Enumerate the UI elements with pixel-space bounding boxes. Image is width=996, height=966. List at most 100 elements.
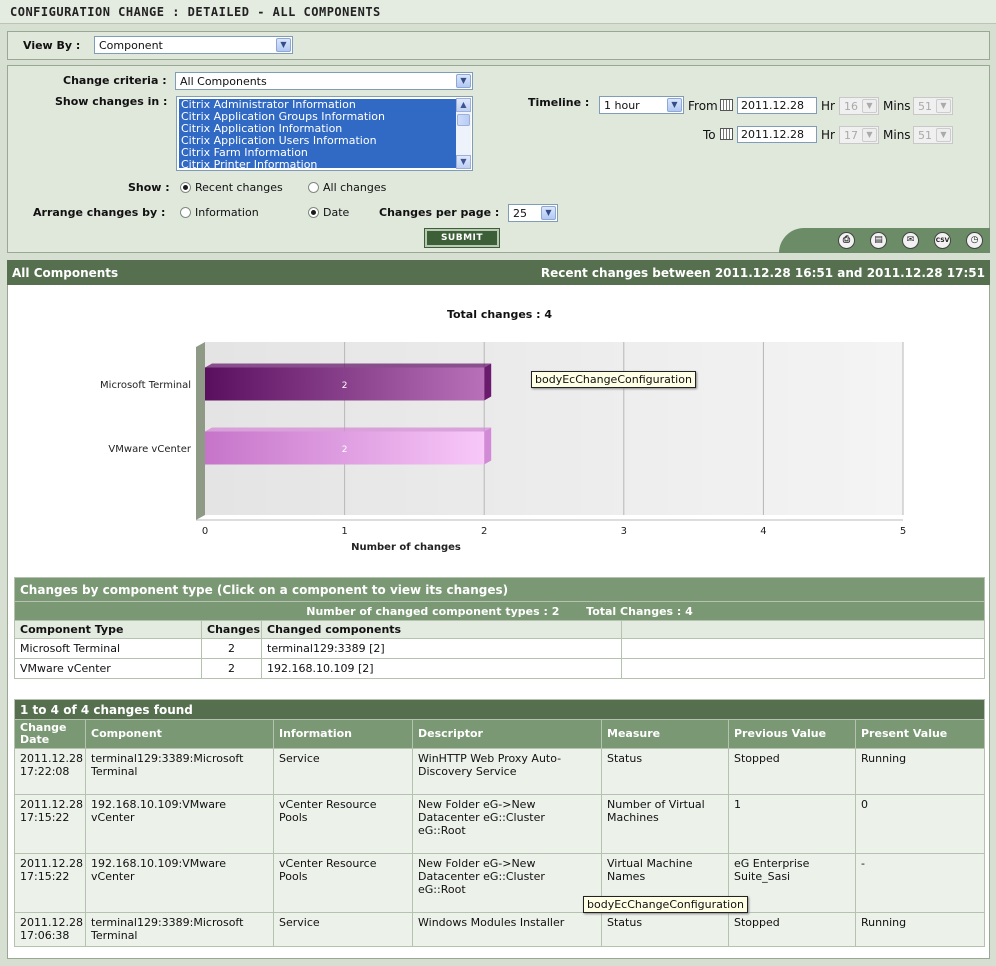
arrange-information-radio[interactable] — [180, 207, 191, 218]
table-row: 2011.12.28 17:22:08 terminal129:3389:Mic… — [14, 748, 986, 795]
section-title: All Components — [12, 266, 119, 280]
export-toolbar: ⎙ ▤ ✉ CSV ◷ — [779, 228, 990, 253]
change-date-cell: 2011.12.28 17:15:22 — [14, 794, 86, 854]
csv-icon[interactable]: CSV — [934, 232, 951, 249]
changed-types-count: Number of changed component types : 2 — [306, 604, 560, 618]
timeline-value: 1 hour — [604, 99, 640, 112]
to-min-value: 51 — [918, 129, 932, 142]
calendar-icon[interactable] — [720, 128, 733, 140]
change-criteria-value: All Components — [180, 75, 267, 88]
total-changes-count: Total Changes : 4 — [586, 604, 693, 618]
previous-value-cell: Stopped — [728, 912, 856, 947]
x-tick-label: 2 — [481, 526, 487, 537]
col-present-value: Present Value — [854, 719, 986, 749]
print-icon[interactable]: ⎙ — [838, 232, 855, 249]
submit-button[interactable]: SUBMIT — [424, 228, 500, 248]
chevron-down-icon: ▼ — [667, 98, 682, 112]
all-changes-label: All changes — [323, 181, 387, 194]
scroll-up-icon[interactable]: ▲ — [456, 98, 471, 112]
recent-changes-radio[interactable] — [180, 182, 191, 193]
results-content: Total changes : 4 0 1 2 3 4 5 Number of change… — [7, 285, 990, 959]
pdf-icon[interactable]: ▤ — [870, 232, 887, 249]
component-type-cell[interactable]: VMware vCenter — [14, 658, 202, 679]
to-hour-value: 17 — [844, 129, 858, 142]
section-range: Recent changes between 2011.12.28 16:51 … — [540, 266, 985, 280]
descriptor-cell: Windows Modules Installer — [412, 912, 602, 947]
chevron-down-icon: ▼ — [276, 38, 291, 52]
arrange-date-radio[interactable] — [308, 207, 319, 218]
from-date-input[interactable]: 2011.12.28 — [737, 97, 817, 114]
from-mins-label: Mins — [883, 99, 911, 113]
changed-components-cell[interactable]: 192.168.10.109 [2] — [261, 658, 622, 679]
y-category-label: VMware vCenter — [108, 444, 191, 455]
changes-caption: 1 to 4 of 4 changes found — [13, 699, 986, 720]
from-hr-label: Hr — [821, 99, 835, 113]
component-type-caption: Changes by component type (Click on a co… — [13, 577, 986, 602]
chevron-down-icon: ▼ — [541, 206, 556, 220]
present-value-cell: 0 — [854, 794, 986, 854]
empty-cell — [620, 638, 986, 659]
mail-icon[interactable]: ✉ — [902, 232, 919, 249]
chevron-down-icon: ▼ — [456, 74, 471, 88]
table-row[interactable]: Microsoft Terminal 2 terminal129:3389 [2… — [14, 638, 986, 659]
descriptor-cell: New Folder eG->New Datacenter eG::Cluste… — [412, 853, 602, 913]
plot-left-wall — [196, 342, 205, 520]
x-tick-label: 3 — [621, 526, 627, 537]
change-criteria-label: Change criteria : — [63, 74, 167, 87]
bar-side-face — [484, 427, 492, 465]
arrange-information-label: Information — [195, 206, 259, 219]
component-type-cell[interactable]: Microsoft Terminal — [14, 638, 202, 659]
component-cell: terminal129:3389:Microsoft Terminal — [85, 912, 274, 947]
timer-icon[interactable]: ◷ — [966, 232, 983, 249]
changes-cell: 2 — [201, 658, 262, 679]
from-label: From — [688, 99, 718, 113]
timeline-label: Timeline : — [528, 96, 590, 109]
bar-value-label: 2 — [342, 445, 348, 455]
changed-components-cell[interactable]: terminal129:3389 [2] — [261, 638, 622, 659]
x-tick-label: 4 — [760, 526, 766, 537]
previous-value-cell: 1 — [728, 794, 856, 854]
per-page-select[interactable]: 25 ▼ — [508, 204, 558, 222]
information-cell: Service — [273, 748, 413, 795]
timeline-select[interactable]: 1 hour ▼ — [599, 96, 684, 114]
list-item[interactable]: Citrix Printer Information — [179, 159, 457, 171]
bar-side-face — [484, 363, 492, 401]
col-measure: Measure — [601, 719, 729, 749]
show-changes-listbox[interactable]: Citrix Administrator Information Citrix … — [176, 96, 473, 171]
change-criteria-select[interactable]: All Components ▼ — [175, 72, 473, 90]
component-cell: terminal129:3389:Microsoft Terminal — [85, 748, 274, 795]
col-changed-components: Changed components — [261, 620, 622, 639]
page-title: CONFIGURATION CHANGE : DETAILED - ALL CO… — [10, 5, 381, 19]
x-axis-label: Number of changes — [351, 542, 461, 553]
view-by-label: View By : — [23, 39, 81, 52]
view-by-select[interactable]: Component ▼ — [94, 36, 293, 54]
from-hour-select[interactable]: 16 ▼ — [839, 97, 879, 115]
to-hour-select[interactable]: 17 ▼ — [839, 126, 879, 144]
descriptor-cell: WinHTTP Web Proxy Auto-Discovery Service — [412, 748, 602, 795]
change-date-cell: 2011.12.28 17:06:38 — [14, 912, 86, 947]
arrange-label: Arrange changes by : — [33, 206, 166, 219]
from-min-select[interactable]: 51 ▼ — [913, 97, 953, 115]
measure-cell: Status — [601, 748, 729, 795]
present-value-cell: Running — [854, 912, 986, 947]
to-hr-label: Hr — [821, 128, 835, 142]
to-date-input[interactable]: 2011.12.28 — [737, 126, 817, 143]
changes-bar-chart: 0 1 2 3 4 5 Number of changes 2 Microsoft Termin… — [100, 342, 906, 553]
scroll-down-icon[interactable]: ▼ — [456, 155, 471, 169]
x-tick-label: 1 — [341, 526, 347, 537]
all-changes-radio[interactable] — [308, 182, 319, 193]
table-row: 2011.12.28 17:06:38 terminal129:3389:Mic… — [14, 912, 986, 947]
table-row: 2011.12.28 17:15:22 192.168.10.109:VMwar… — [14, 794, 986, 854]
present-value-cell: - — [854, 853, 986, 913]
scroll-thumb[interactable] — [457, 114, 470, 126]
listbox-scrollbar[interactable]: ▲ ▼ — [456, 98, 471, 169]
calendar-icon[interactable] — [720, 99, 733, 111]
col-previous-value: Previous Value — [728, 719, 856, 749]
component-type-table: Changes by component type (Click on a co… — [13, 577, 986, 679]
measure-cell: Status — [601, 912, 729, 947]
x-tick-label: 5 — [900, 526, 906, 537]
recent-changes-label: Recent changes — [195, 181, 283, 194]
to-min-select[interactable]: 51 ▼ — [913, 126, 953, 144]
chevron-down-icon: ▼ — [936, 128, 951, 142]
table-row[interactable]: VMware vCenter 2 192.168.10.109 [2] — [14, 658, 986, 679]
